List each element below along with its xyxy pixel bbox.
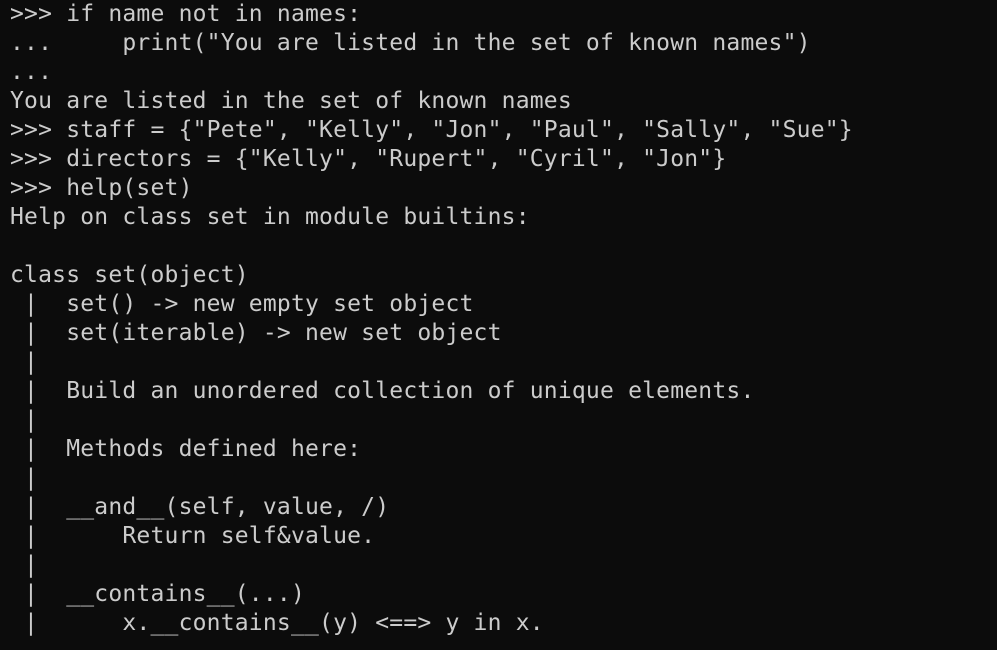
terminal-line: ... (10, 59, 53, 85)
terminal-line: | Return self&value. (10, 523, 376, 549)
terminal-line: | (10, 407, 39, 433)
terminal-line: >>> staff = {"Pete", "Kelly", "Jon", "Pa… (10, 117, 853, 143)
terminal-line: ... print("You are listed in the set of … (10, 30, 811, 56)
terminal-line: | set() -> new empty set object (10, 291, 474, 317)
terminal-line: | __and__(self, value, /) (10, 494, 390, 520)
terminal-line: | (10, 349, 39, 375)
terminal-line: | set(iterable) -> new set object (10, 320, 502, 346)
terminal-line: | Methods defined here: (10, 436, 362, 462)
terminal-line: | x.__contains__(y) <==> y in x. (10, 610, 544, 636)
terminal-line: >>> help(set) (10, 175, 193, 201)
terminal-output[interactable]: >>> if name not in names: ... print("You… (0, 0, 997, 650)
terminal-line: | (10, 465, 39, 491)
terminal-line: | Build an unordered collection of uniqu… (10, 378, 755, 404)
terminal-line: Help on class set in module builtins: (10, 204, 530, 230)
terminal-line: | __contains__(...) (10, 581, 305, 607)
terminal-line: >>> if name not in names: (10, 1, 362, 27)
terminal-line: | (10, 552, 39, 578)
terminal-line: class set(object) (10, 262, 249, 288)
terminal-line: You are listed in the set of known names (10, 88, 572, 114)
terminal-line: >>> directors = {"Kelly", "Rupert", "Cyr… (10, 146, 727, 172)
